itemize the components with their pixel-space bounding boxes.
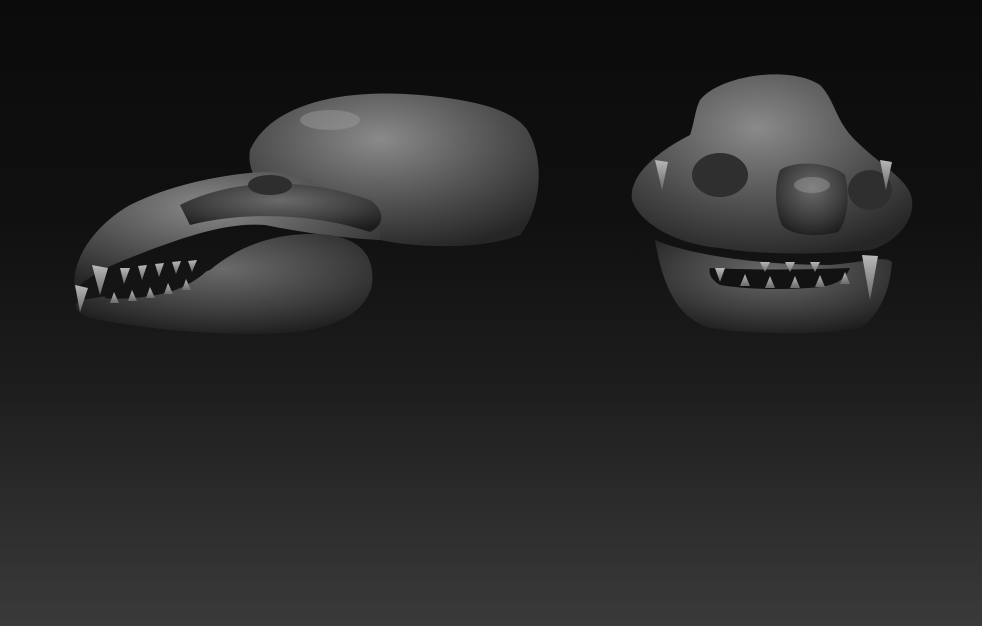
nasal-bone [776,163,848,236]
eye-socket [248,175,292,195]
cranium [631,74,913,254]
eye-socket-left [692,153,748,197]
sculpt-canvas [74,74,913,334]
skull-side-view[interactable] [74,93,539,334]
specular-highlight [794,177,830,193]
skull-front-view[interactable] [631,74,913,334]
3d-viewport[interactable] [0,0,982,626]
specular-highlight [300,110,360,130]
